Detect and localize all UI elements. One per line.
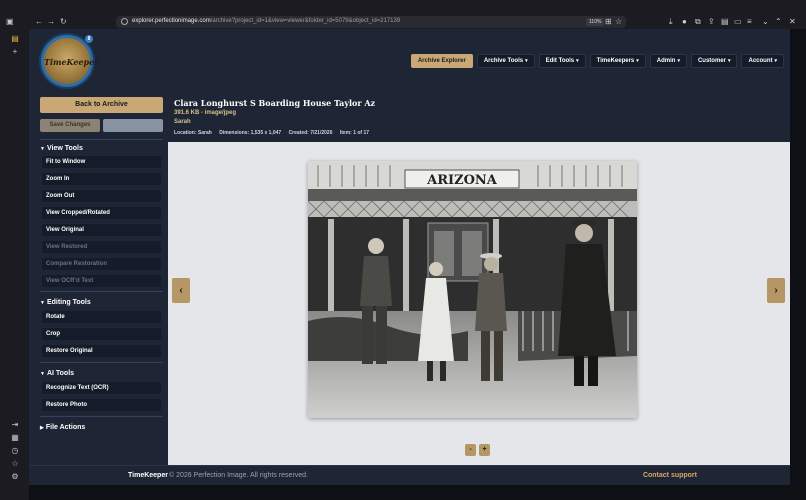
- archive-photo[interactable]: ARIZONA: [308, 161, 637, 418]
- meta-item: Item: 1 of 17: [339, 130, 370, 136]
- site-info-icon[interactable]: [121, 18, 128, 25]
- image-viewer: ‹ › ARIZONA - +: [168, 142, 790, 465]
- divider: [40, 416, 163, 417]
- grid-icon[interactable]: ⊞: [605, 17, 612, 26]
- document-info: Clara Longhurst S Boarding House Taylor …: [168, 92, 790, 142]
- document-owner: Sarah: [174, 119, 191, 125]
- chevron-down-icon: ▾: [636, 58, 639, 64]
- browser-sidebar: ▤ + ⇥ ▦ ◷ ☆ ⚙: [0, 29, 29, 500]
- app-footer: TimeKeeper © 2026 Perfection Image. All …: [29, 465, 790, 485]
- zoom-in-button[interactable]: Zoom In: [42, 173, 161, 185]
- nav-archive-tools[interactable]: Archive Tools ▾: [476, 54, 535, 68]
- secondary-action-button[interactable]: [103, 119, 163, 132]
- viewer-zoom-in-button[interactable]: +: [479, 444, 490, 456]
- content-area: Clara Longhurst S Boarding House Taylor …: [168, 92, 790, 465]
- caret-down-icon: ▼: [40, 300, 45, 306]
- chevron-down-icon: ▾: [774, 58, 777, 64]
- zoom-out-button[interactable]: Zoom Out: [42, 190, 161, 202]
- back-to-archive-button[interactable]: Back to Archive: [40, 97, 163, 113]
- tab-app-icon[interactable]: ▤: [10, 34, 20, 43]
- puzzle-icon[interactable]: ⧉: [695, 17, 701, 26]
- save-changes-button[interactable]: Save Changes: [40, 119, 100, 132]
- view-original-button[interactable]: View Original: [42, 224, 161, 236]
- main-nav: Archive Explorer Archive Tools ▾ Edit Too…: [410, 54, 784, 68]
- compare-restoration-button[interactable]: Compare Restoration: [42, 258, 161, 270]
- reload-icon[interactable]: ↻: [60, 17, 67, 26]
- logo-text: TimeKeeper: [44, 57, 99, 67]
- bookmarks-icon[interactable]: ☆: [10, 459, 20, 468]
- view-tools-toggle[interactable]: ▼ View Tools: [40, 144, 83, 154]
- view-ocr-text-button[interactable]: View OCR'd Text: [42, 275, 161, 287]
- download-icon[interactable]: ⤓: [669, 17, 673, 26]
- app-header: TimeKeeper 8 Archive Explorer Archive To…: [29, 29, 790, 92]
- document-title: Clara Longhurst S Boarding House Taylor …: [174, 98, 376, 108]
- nav-customer[interactable]: Customer ▾: [690, 54, 738, 68]
- nav-account[interactable]: Account ▾: [741, 54, 784, 68]
- bookmark-star-icon[interactable]: ☆: [615, 17, 622, 26]
- menu-box-icon[interactable]: ▤: [721, 17, 729, 26]
- chevron-down-icon: ▾: [677, 58, 680, 64]
- divider: [40, 139, 163, 140]
- url-text[interactable]: explorer.perfectionimage.com/archive?pro…: [132, 18, 400, 24]
- restore-icon[interactable]: ⌃: [775, 17, 782, 26]
- extension-icon[interactable]: ●: [682, 17, 687, 26]
- browser-toolbar: ▣ ← → ↻ explorer.perfectionimage.com/arc…: [0, 0, 806, 29]
- document-meta: Location: Sarah Dimensions: 1,535 x 1,04…: [174, 130, 375, 136]
- notes-icon[interactable]: ▦: [10, 433, 20, 442]
- chevron-down-icon: ▾: [525, 58, 528, 64]
- ai-tools-toggle[interactable]: ▼ AI Tools: [40, 369, 74, 379]
- meta-dimensions: Dimensions: 1,535 x 1,047: [219, 130, 282, 136]
- history-icon[interactable]: ◷: [10, 446, 20, 455]
- settings-icon[interactable]: ⚙: [10, 472, 20, 481]
- previous-image-button[interactable]: ‹: [172, 278, 190, 303]
- forward-icon[interactable]: →: [47, 17, 55, 26]
- rotate-button[interactable]: Rotate: [42, 311, 161, 323]
- file-actions-toggle[interactable]: ▶ File Actions: [40, 423, 85, 433]
- nav-archive-explorer[interactable]: Archive Explorer: [410, 54, 473, 68]
- crop-button[interactable]: Crop: [42, 328, 161, 340]
- app-menu-icon[interactable]: ≡: [747, 17, 752, 26]
- app-window: TimeKeeper 8 Archive Explorer Archive To…: [29, 29, 790, 485]
- caret-right-icon: ▶: [40, 425, 44, 431]
- footer-copyright: © 2026 Perfection Image. All rights rese…: [169, 472, 309, 479]
- meta-location: Location: Sarah: [174, 130, 212, 136]
- close-icon[interactable]: ✕: [789, 17, 796, 26]
- restore-original-button[interactable]: Restore Original: [42, 345, 161, 357]
- zoom-level-badge[interactable]: 110%: [586, 18, 605, 26]
- minimize-icon[interactable]: ⌄: [762, 17, 769, 26]
- sign-text: ARIZONA: [426, 173, 498, 188]
- timekeeper-logo[interactable]: TimeKeeper: [41, 35, 99, 87]
- new-tab-icon[interactable]: +: [10, 47, 20, 56]
- next-image-button[interactable]: ›: [767, 278, 785, 303]
- editing-tools-toggle[interactable]: ▼ Editing Tools: [40, 298, 91, 308]
- document-size-type: 391.6 KB - image/jpeg: [174, 110, 237, 116]
- chevron-down-icon: ▾: [727, 58, 731, 64]
- divider: [40, 291, 163, 292]
- viewer-zoom-out-button[interactable]: -: [465, 444, 476, 456]
- view-restored-button[interactable]: View Restored: [42, 241, 161, 253]
- back-icon[interactable]: ←: [35, 17, 43, 26]
- chevron-down-icon: ▾: [576, 58, 579, 64]
- window-icon[interactable]: ▭: [734, 17, 742, 26]
- share-icon[interactable]: ⇪: [708, 17, 715, 26]
- tools-sidebar: Back to Archive Save Changes ▼ View Tools…: [29, 92, 168, 465]
- logo-badge: 8: [85, 35, 93, 43]
- fit-to-window-button[interactable]: Fit to Window: [42, 156, 161, 168]
- divider: [40, 362, 163, 363]
- footer-brand: TimeKeeper: [128, 472, 168, 479]
- nav-edit-tools[interactable]: Edit Tools ▾: [538, 54, 586, 68]
- meta-created: Created: 7/21/2026: [288, 130, 333, 136]
- url-bar[interactable]: explorer.perfectionimage.com/archive?pro…: [116, 16, 626, 28]
- nav-timekeepers[interactable]: TimeKeepers ▾: [589, 54, 646, 68]
- contact-support-link[interactable]: Contact support: [643, 472, 697, 479]
- nav-admin[interactable]: Admin ▾: [649, 54, 687, 68]
- restore-photo-button[interactable]: Restore Photo: [42, 399, 161, 411]
- sidebar-toggle-icon[interactable]: ▣: [6, 17, 14, 26]
- photo-svg: ARIZONA: [308, 161, 637, 418]
- caret-down-icon: ▼: [40, 146, 45, 152]
- caret-down-icon: ▼: [40, 371, 45, 377]
- view-cropped-rotated-button[interactable]: View Cropped/Rotated: [42, 207, 161, 219]
- recognize-text-button[interactable]: Recognize Text (OCR): [42, 382, 161, 394]
- collapse-icon[interactable]: ⇥: [10, 420, 20, 429]
